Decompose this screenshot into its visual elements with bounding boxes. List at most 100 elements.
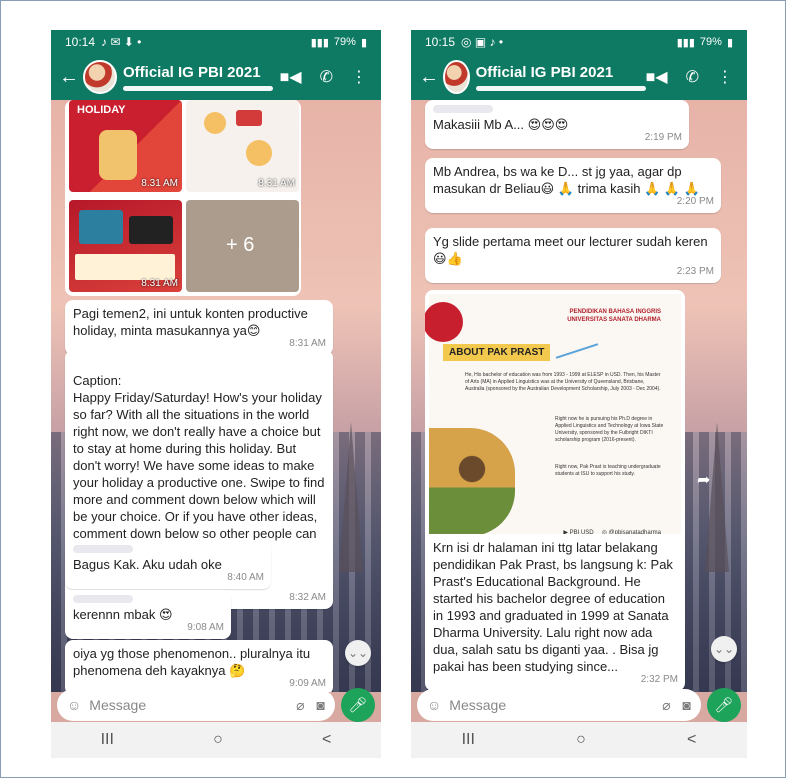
battery-level: 79%	[699, 36, 722, 48]
media-album[interactable]: HOLIDAY 8.31 AM 8.31 AM 8.31 AM + 6	[65, 100, 301, 296]
redacted-subtitle	[475, 85, 646, 91]
back-button[interactable]: <	[687, 731, 696, 749]
message-bubble[interactable]: Yg slide pertama meet our lecturer sudah…	[425, 228, 721, 283]
system-nav-bar: III ○ <	[411, 722, 747, 758]
poster-paragraph: He, His bachelor of education was from 1…	[465, 372, 661, 392]
message-text: kerennn mbak 😍	[73, 607, 173, 622]
attach-icon[interactable]: ⌀	[296, 697, 304, 714]
status-notification-icons: ♪ ✉ ⬇ •	[101, 35, 142, 49]
message-bubble[interactable]: oiya yg those phenomenon.. pluralnya itu…	[65, 640, 333, 692]
status-bar: 10:15 ◎ ▣ ♪ • ▮▮▮ 79% ▮	[411, 30, 747, 54]
scroll-down-button[interactable]: ⌄⌄	[711, 636, 737, 662]
back-arrow-icon[interactable]: ←	[419, 66, 439, 89]
more-options-icon[interactable]: ⋮	[351, 67, 367, 87]
album-image-holiday[interactable]: HOLIDAY 8.31 AM	[69, 100, 182, 192]
redacted-sender	[73, 545, 133, 553]
chat-title[interactable]: Official IG PBI 2021	[476, 64, 646, 82]
home-button[interactable]: ○	[576, 731, 586, 749]
text-box	[75, 254, 175, 280]
message-text: Mb Andrea, bs wa ke D... st jg yaa, agar…	[433, 164, 700, 196]
message-bubble[interactable]: Krn isi dr halaman ini ttg latar belakan…	[425, 534, 685, 691]
tile-time: 8.31 AM	[258, 178, 295, 189]
message-input-bar: ☺ Message ⌀ ◙ 🎤︎	[411, 688, 747, 722]
message-time: 2:32 PM	[640, 674, 678, 685]
message-bubble[interactable]: kerennn mbak 😍 9:08 AM	[65, 590, 231, 639]
message-text: Makasiii Mb A... 😍😍😍	[433, 117, 569, 132]
voice-call-icon[interactable]: ✆	[320, 67, 333, 87]
message-text: Yg slide pertama meet our lecturer sudah…	[433, 234, 708, 266]
message-time: 2:20 PM	[676, 196, 714, 207]
status-time: 10:15	[425, 35, 456, 49]
emoji-icon[interactable]: ☺	[427, 697, 441, 713]
chat-header: ← Official IG PBI 2021 ■◀ ✆ ⋮	[51, 54, 381, 100]
emoji-icon[interactable]: ☺	[67, 697, 81, 713]
message-time: 8:32 AM	[289, 592, 326, 603]
message-bubble[interactable]: Mb Andrea, bs wa ke D... st jg yaa, agar…	[425, 158, 721, 213]
message-bubble[interactable]: Bagus Kak. Aku udah oke 8:40 AM	[65, 540, 271, 589]
album-image-more[interactable]: + 6	[186, 200, 299, 292]
home-button[interactable]: ○	[213, 731, 223, 749]
signal-icon: ▮▮▮	[676, 36, 695, 49]
tile-time: 8.31 AM	[141, 278, 178, 289]
wallpaper-tower	[705, 422, 729, 572]
camera-icon[interactable]: ◙	[317, 697, 325, 714]
message-text: Pagi temen2, ini untuk konten productive…	[73, 306, 308, 338]
message-input[interactable]: ☺ Message ⌀ ◙	[57, 689, 335, 721]
recents-button[interactable]: III	[462, 731, 475, 749]
figure-head	[204, 112, 226, 134]
camera-icon[interactable]: ◙	[683, 697, 691, 714]
status-time: 10:14	[65, 35, 96, 49]
chat-area[interactable]: Makasiii Mb A... 😍😍😍 2:19 PM Mb Andrea, …	[411, 100, 747, 692]
message-bubble[interactable]: Pagi temen2, ini untuk konten productive…	[65, 300, 333, 355]
message-placeholder: Message	[89, 697, 147, 713]
tile-time: 8.31 AM	[141, 178, 178, 189]
mic-button[interactable]: 🎤︎	[341, 688, 375, 722]
message-input-bar: ☺ Message ⌀ ◙ 🎤︎	[51, 688, 381, 722]
chat-area[interactable]: HOLIDAY 8.31 AM 8.31 AM 8.31 AM + 6 Pagi…	[51, 100, 381, 692]
wallpaper-tower	[339, 422, 363, 572]
status-notification-icons: ◎ ▣ ♪ •	[461, 35, 504, 49]
attach-icon[interactable]: ⌀	[662, 697, 670, 714]
redacted-sender	[433, 105, 493, 113]
message-time: 2:23 PM	[676, 266, 714, 277]
message-text: Krn isi dr halaman ini ttg latar belakan…	[433, 540, 673, 674]
battery-level: 79%	[333, 36, 356, 48]
forward-icon[interactable]: ➦	[697, 470, 719, 492]
album-image-people[interactable]: 8.31 AM	[186, 100, 299, 192]
poster-image[interactable]: PENDIDIKAN BAHASA INGGRIS UNIVERSITAS SA…	[425, 290, 685, 542]
mic-button[interactable]: 🎤︎	[707, 688, 741, 722]
more-images-count: + 6	[226, 234, 255, 256]
message-bubble[interactable]: Makasiii Mb A... 😍😍😍 2:19 PM	[425, 100, 689, 149]
album-image-watching[interactable]: 8.31 AM	[69, 200, 182, 292]
suitcase-figure	[99, 130, 137, 180]
chat-title[interactable]: Official IG PBI 2021	[123, 64, 280, 82]
voice-call-icon[interactable]: ✆	[686, 67, 699, 87]
system-nav-bar: III ○ <	[51, 722, 381, 758]
mic-icon: 🎤︎	[348, 697, 368, 714]
battery-icon: ▮	[726, 36, 733, 49]
video-call-icon[interactable]: ■◀	[280, 67, 302, 87]
battery-icon: ▮	[360, 36, 367, 49]
poster-paragraph: Right now he is pursuing his Ph.D degree…	[555, 416, 664, 443]
phone-left: 10:14 ♪ ✉ ⬇ • ▮▮▮ 79% ▮ ← Official IG PBI 2…	[51, 30, 381, 758]
video-call-icon[interactable]: ■◀	[646, 67, 668, 87]
tile-label: HOLIDAY	[77, 104, 126, 116]
lecturer-photo	[429, 428, 515, 536]
back-arrow-icon[interactable]: ←	[59, 66, 79, 89]
message-text: Bagus Kak. Aku udah oke	[73, 557, 222, 572]
message-text: oiya yg those phenomenon.. pluralnya itu…	[73, 646, 311, 678]
group-avatar[interactable]	[443, 60, 470, 94]
message-input[interactable]: ☺ Message ⌀ ◙	[417, 689, 701, 721]
message-time: 9:08 AM	[187, 622, 224, 633]
recents-button[interactable]: III	[101, 731, 114, 749]
scroll-down-button[interactable]: ⌄⌄	[345, 640, 371, 666]
message-placeholder: Message	[449, 697, 507, 713]
figure-head	[246, 140, 272, 166]
phone-right: 10:15 ◎ ▣ ♪ • ▮▮▮ 79% ▮ ← Official IG PBI 2…	[411, 30, 747, 758]
redacted-subtitle	[123, 85, 273, 91]
more-options-icon[interactable]: ⋮	[717, 67, 733, 87]
chat-header: ← Official IG PBI 2021 ■◀ ✆ ⋮	[411, 54, 747, 100]
group-avatar[interactable]	[83, 60, 117, 94]
back-button[interactable]: <	[322, 731, 331, 749]
poster-header: PENDIDIKAN BAHASA INGGRIS UNIVERSITAS SA…	[567, 309, 661, 323]
